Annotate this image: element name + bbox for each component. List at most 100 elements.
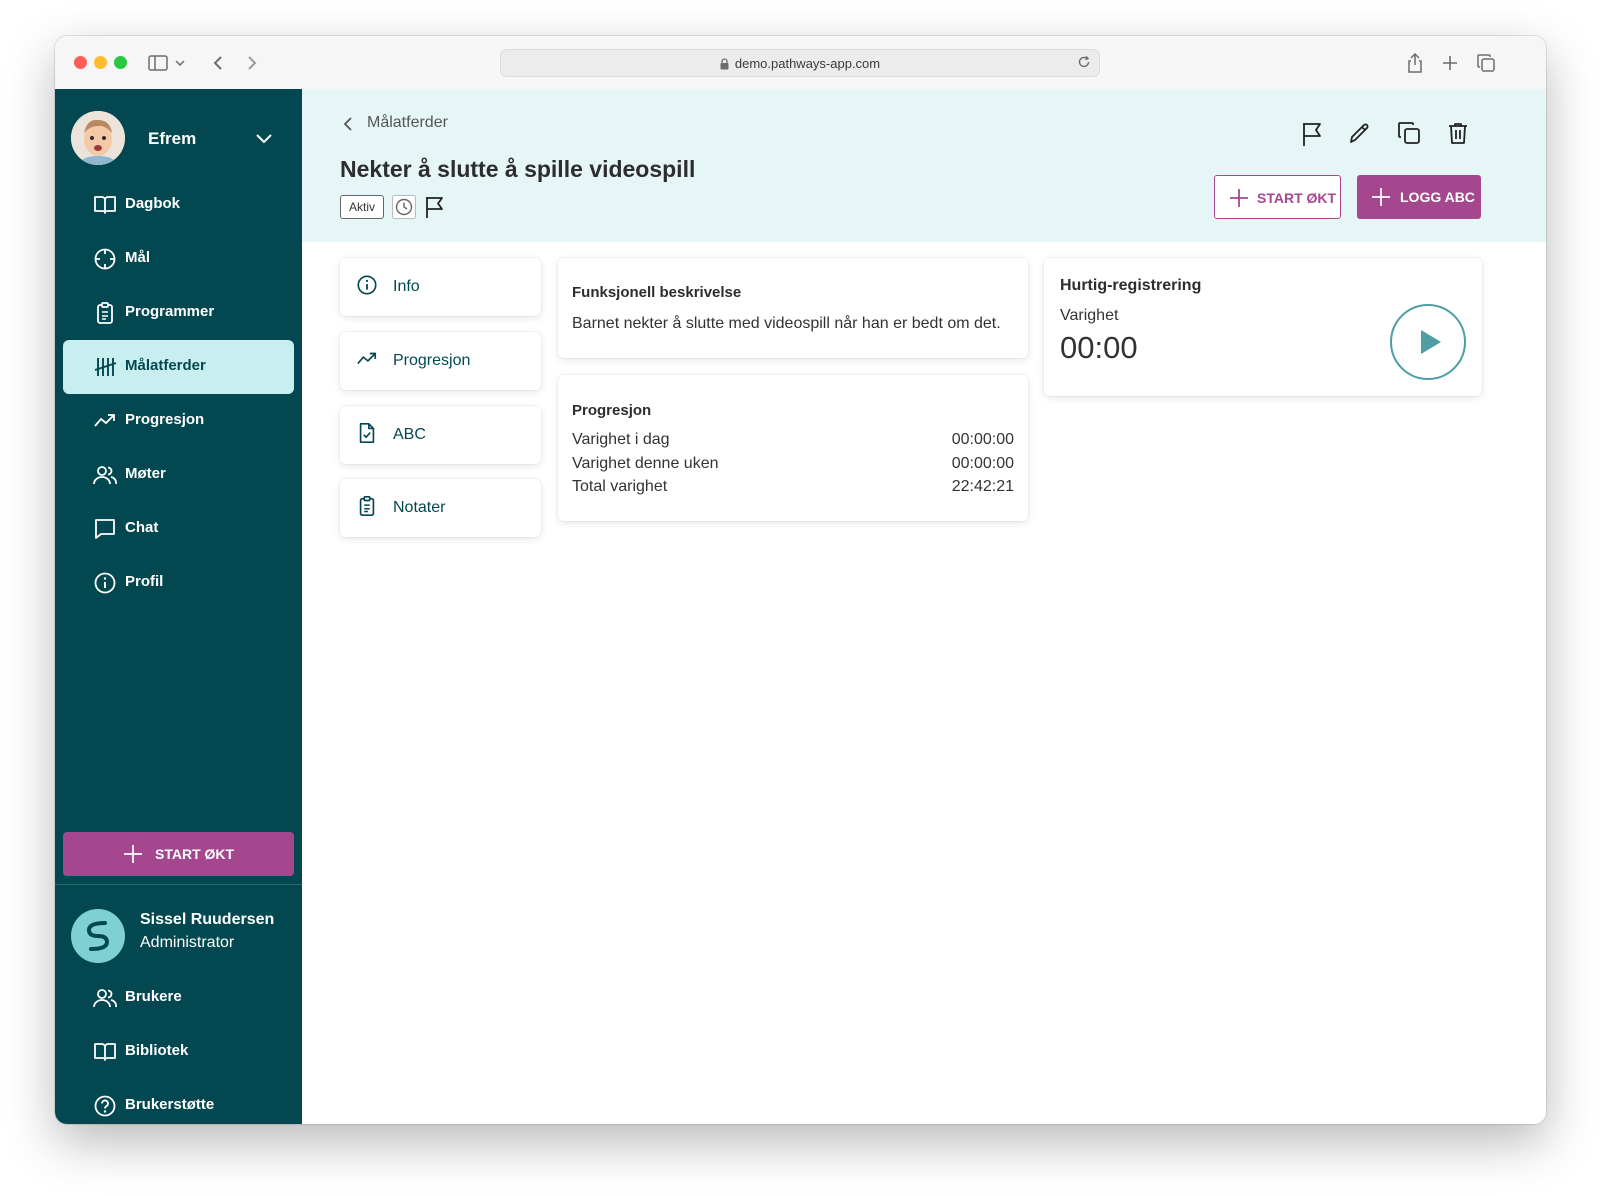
sidebar-item-bibliotek[interactable]: Bibliotek <box>63 1025 294 1079</box>
sidebar-item-programmer[interactable]: Programmer <box>63 286 294 340</box>
reload-icon[interactable] <box>1077 55 1091 74</box>
breadcrumb[interactable]: Målatferder <box>367 114 448 132</box>
profile-name: Efrem <box>148 129 197 148</box>
log-abc-button[interactable]: LOGG ABC <box>1357 175 1481 219</box>
flag-icon[interactable] <box>1300 121 1324 152</box>
plus-icon <box>123 844 143 869</box>
description-card: Funksjonell beskrivelse Barnet nekter å … <box>558 258 1028 358</box>
sidebar-item-label: Mål <box>125 249 151 266</box>
sidebar-item-label: Chat <box>125 519 159 536</box>
browser-window: demo.pathways-app.com Efrem Dagbok Mål P… <box>55 36 1546 1124</box>
sidebar-divider <box>55 884 302 885</box>
info-icon <box>93 571 117 595</box>
admin-role: Administrator <box>140 934 235 951</box>
duration-timer: 00:00 <box>1060 330 1138 365</box>
book-icon <box>93 193 117 217</box>
maximize-window-button[interactable] <box>114 56 127 69</box>
sidebar-item-label: Progresjon <box>125 411 205 428</box>
minimize-window-button[interactable] <box>94 56 107 69</box>
trend-up-icon <box>93 409 117 433</box>
trash-icon[interactable] <box>1446 121 1470 150</box>
main-content: Målatferder Nekter å slutte å spille vid… <box>302 89 1546 1124</box>
clock-icon <box>392 195 416 224</box>
address-bar[interactable]: demo.pathways-app.com <box>500 49 1100 77</box>
back-icon[interactable] <box>205 50 231 76</box>
tab-abc[interactable]: ABC <box>340 406 541 464</box>
tabs-overview-icon[interactable] <box>1473 50 1499 76</box>
plus-icon <box>1371 187 1391 212</box>
chevron-left-icon[interactable] <box>340 115 356 138</box>
progress-title: Progresjon <box>572 402 652 419</box>
sidebar-item-mal[interactable]: Mål <box>63 232 294 286</box>
progress-row-value: 00:00:00 <box>951 431 1014 448</box>
tally-icon <box>93 355 117 379</box>
sidebar-item-brukere[interactable]: Brukere <box>63 971 294 1025</box>
admin-avatar[interactable] <box>71 909 125 963</box>
sidebar-start-session-button[interactable]: START ØKT <box>63 832 294 876</box>
share-icon[interactable] <box>1402 50 1428 76</box>
close-window-button[interactable] <box>74 56 87 69</box>
sidebar-item-moter[interactable]: Møter <box>63 448 294 502</box>
start-session-label: START ØKT <box>1257 190 1337 206</box>
sidebar-item-malatferder[interactable]: Målatferder <box>63 340 294 394</box>
duration-label: Varighet <box>1060 307 1119 324</box>
sidebar-item-label: Bibliotek <box>125 1042 189 1059</box>
start-session-button[interactable]: START ØKT <box>1214 175 1341 219</box>
chevron-down-icon[interactable] <box>173 50 187 76</box>
chat-icon <box>93 517 117 541</box>
description-title: Funksjonell beskrivelse <box>572 284 742 301</box>
sidebar-item-label: Programmer <box>125 303 215 320</box>
sidebar-item-profil[interactable]: Profil <box>63 556 294 610</box>
sidebar-item-label: Brukere <box>125 988 182 1005</box>
admin-name: Sissel Ruudersen <box>140 911 275 928</box>
play-button[interactable] <box>1390 304 1466 380</box>
progress-row-label: Total varighet <box>572 478 668 495</box>
sidebar-item-chat[interactable]: Chat <box>63 502 294 556</box>
url-label: demo.pathways-app.com <box>734 56 881 71</box>
plus-icon <box>1229 188 1249 213</box>
progress-card: Progresjon Varighet i dag 00:00:00 Varig… <box>558 375 1028 521</box>
tab-notater[interactable]: Notater <box>340 479 541 537</box>
book-icon <box>93 1040 117 1064</box>
tab-label: Info <box>393 278 420 295</box>
tab-info[interactable]: Info <box>340 258 541 316</box>
progress-row-label: Varighet i dag <box>572 431 670 448</box>
sidebar-item-label: Dagbok <box>125 195 181 212</box>
progress-row-value: 22:42:21 <box>951 478 1014 495</box>
progress-row-value: 00:00:00 <box>951 455 1014 472</box>
log-abc-label: LOGG ABC <box>1400 189 1475 205</box>
edit-icon[interactable] <box>1348 121 1372 150</box>
progress-row-label: Varighet denne uken <box>572 455 719 472</box>
file-check-icon <box>356 422 378 449</box>
info-icon <box>356 274 378 301</box>
sidebar-item-progresjon[interactable]: Progresjon <box>63 394 294 448</box>
sidebar-toggle-icon[interactable] <box>145 50 171 76</box>
forward-icon[interactable] <box>239 50 265 76</box>
sidebar: Efrem Dagbok Mål Programmer Målatferder … <box>55 89 302 1124</box>
users-icon <box>93 463 117 487</box>
sidebar-item-dagbok[interactable]: Dagbok <box>63 178 294 232</box>
sidebar-start-session-label: START ØKT <box>155 846 235 862</box>
quick-registration-card: Hurtig-registrering Varighet 00:00 <box>1044 258 1482 396</box>
sidebar-item-label: Målatferder <box>125 357 206 374</box>
play-icon <box>1421 330 1441 354</box>
status-badge: Aktiv <box>340 195 385 219</box>
sidebar-item-label: Brukerstøtte <box>125 1096 215 1113</box>
lock-icon <box>720 58 729 73</box>
page-title: Nekter å slutte å spille videospill <box>340 156 696 182</box>
clipboard-icon <box>356 495 378 522</box>
avatar <box>71 111 125 165</box>
new-tab-icon[interactable] <box>1437 50 1463 76</box>
profile-switcher[interactable]: Efrem <box>71 111 286 167</box>
flag-icon <box>424 195 446 224</box>
browser-titlebar: demo.pathways-app.com <box>55 36 1546 90</box>
chevron-down-icon[interactable] <box>253 127 275 154</box>
copy-icon[interactable] <box>1397 121 1421 150</box>
tab-progresjon[interactable]: Progresjon <box>340 332 541 390</box>
users-icon <box>93 986 117 1010</box>
sidebar-item-label: Møter <box>125 465 166 482</box>
description-text: Barnet nekter å slutte med videospill nå… <box>572 315 1001 332</box>
sidebar-item-brukerstotte[interactable]: Brukerstøtte <box>63 1079 294 1124</box>
help-icon <box>93 1094 117 1118</box>
tab-label: ABC <box>393 426 426 443</box>
